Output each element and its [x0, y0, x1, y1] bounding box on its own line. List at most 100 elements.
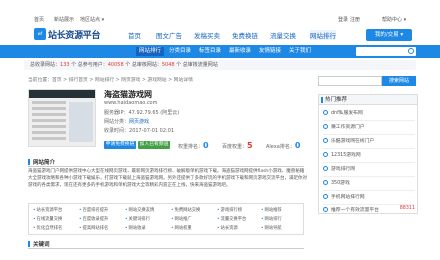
tag-link[interactable]: 网站推广	[171, 216, 192, 222]
subnav-item[interactable]: 最新收录	[226, 47, 254, 56]
tag-link[interactable]: 网站收录	[125, 225, 146, 231]
hot-item-name[interactable]: 12315游戏网	[331, 153, 361, 158]
tag-link[interactable]: 优化自然排名	[33, 225, 63, 231]
info-label: 收录时间：	[104, 128, 130, 134]
intro-heading: 网站简介	[28, 158, 304, 167]
tag-link[interactable]: 提高网站排名	[79, 225, 109, 231]
site-icon	[323, 124, 328, 129]
search-icon[interactable]	[408, 48, 414, 54]
nav-item[interactable]: 免费换链	[232, 30, 258, 40]
site-screenshot	[28, 89, 96, 147]
keywords-heading: 关键词	[28, 240, 304, 249]
account-button[interactable]: 我的/交易 ▾	[366, 29, 412, 41]
tag-link[interactable]: 关键词排行	[125, 216, 150, 222]
nav-item-active[interactable]: 网站排行	[310, 30, 336, 40]
stats-users: 40058	[107, 62, 124, 68]
tag-link[interactable]: 网站权重	[171, 225, 192, 231]
breadcrumb: 当前位置：首页 > 排行首页 > 网站排行 > 网页游戏 > 游戏网站 > 网站…	[28, 78, 193, 83]
hot-item-name[interactable]: 游戏排行网	[331, 167, 355, 172]
hot-item[interactable]: dnf私服发布网	[323, 109, 415, 116]
intro-text: 海盗猫游戏门户网提供游戏中心大型在线网页游戏，最新网页游戏排行榜、破解版单机游戏…	[28, 169, 307, 188]
stats-label: 个 总审核流量网站	[174, 62, 218, 68]
tag-link[interactable]: 网站交换友情	[125, 207, 155, 213]
topbar-newsites-link[interactable]: 新站展示	[54, 16, 74, 23]
hot-item-name[interactable]: 推荐一个有效流量平台	[331, 208, 379, 213]
tag-link[interactable]: 流量交换平台	[217, 216, 247, 222]
tag-link[interactable]: 网站推荐	[261, 207, 282, 213]
site-icon	[323, 110, 328, 115]
site-title: 海盗猫游戏网	[104, 90, 152, 99]
hot-list: 热门推荐 dnf私服发布网 赚工作资源门户 乐酷游戏网在线门户 12315游戏网…	[318, 94, 418, 214]
nav-item[interactable]: 发稿买卖	[194, 30, 220, 40]
site-date: 2017-07-01 02:01	[129, 128, 175, 134]
logo-badge: wf	[34, 28, 46, 40]
top-bar: 首页 新站展示 地区站点 ▾ 登录 注册 帮助中心 ▾	[0, 0, 440, 23]
tag-link[interactable]: 网站导航	[261, 225, 282, 231]
exchange-link-button[interactable]: 申请免费换链	[104, 141, 136, 149]
hot-item-name[interactable]: 手机网站排行网	[331, 195, 365, 200]
side-search-button[interactable]: 搜索网站	[382, 76, 416, 86]
stats-label: 总收录网站：	[30, 62, 61, 68]
subnav-item[interactable]: 标签目录	[196, 47, 224, 56]
topbar-help-menu[interactable]: 帮助中心 ▾	[382, 16, 406, 23]
tag-link[interactable]: 百度排名提升	[79, 207, 109, 213]
topbar-home-link[interactable]: 首页	[34, 16, 44, 23]
site-ip: 47.92.79.65 (阿里云)	[128, 110, 180, 116]
hot-item-name[interactable]: 350游戏	[331, 181, 350, 186]
join-channel-button[interactable]: 加入已有频道	[138, 141, 170, 149]
logo-text: 站长资源平台	[48, 31, 101, 41]
subnav-search-input[interactable]	[356, 47, 416, 56]
hot-item[interactable]: 游戏排行网	[323, 165, 415, 172]
site-category-link[interactable]: 网页游戏	[129, 119, 149, 125]
topbar-login-link[interactable]: 登录	[338, 16, 348, 23]
alexa-value: 0	[294, 141, 301, 150]
topbar-region-menu[interactable]: 地区站点 ▾	[80, 16, 104, 23]
tag-link[interactable]: 站长资源	[217, 225, 238, 231]
pr-label: 权重排名：	[178, 144, 204, 150]
site-url[interactable]: www.haidaomao.com	[104, 100, 158, 106]
stats-label: 个 总参与用户：	[69, 62, 108, 68]
hot-item-name[interactable]: 赚工作资源门户	[331, 125, 365, 130]
hot-item-name[interactable]: 乐酷游戏网在线门户	[331, 139, 374, 144]
tag-link[interactable]: 游戏排行榜	[217, 207, 242, 213]
stats-label: 个 总审核网站：	[123, 62, 162, 68]
tag-link[interactable]: 在线流量交换	[33, 216, 63, 222]
keywords-heading-text: 关键词	[33, 242, 50, 248]
nav-item[interactable]: 图文广告	[156, 30, 182, 40]
hot-item[interactable]: 推荐一个有效流量平台 88311	[323, 206, 415, 213]
subnav-item-active[interactable]: 网站排行	[136, 47, 165, 56]
site-icon	[323, 207, 328, 212]
tag-link[interactable]: 免费网站交换	[171, 207, 201, 213]
hot-item-name[interactable]: dnf私服发布网	[331, 111, 363, 116]
info-label: 服务器IP：	[104, 110, 129, 116]
tag-link[interactable]: 站长资源平台	[33, 207, 63, 213]
site-icon	[323, 180, 328, 185]
site-logo[interactable]: wf 站长资源平台	[34, 28, 101, 42]
site-icon	[323, 166, 328, 171]
hot-item-count: 88311	[399, 206, 415, 211]
pr-value: 0	[203, 141, 209, 150]
hot-item[interactable]: 手机网站排行网	[323, 193, 415, 200]
subnav-item[interactable]: 友情链接	[256, 47, 284, 56]
alexa-label: Alexa排名：	[266, 144, 295, 150]
nav-item[interactable]: 流量交换	[270, 30, 296, 40]
subnav-item[interactable]: 分类目录	[166, 47, 194, 56]
tag-link[interactable]: 网站排行	[261, 216, 282, 222]
tag-link[interactable]: 百度收录提升	[79, 216, 109, 222]
hot-item[interactable]: 12315游戏网	[323, 151, 415, 158]
info-label: 网站分类：	[104, 119, 130, 125]
stats-sites: 133	[60, 62, 70, 68]
nav-item[interactable]: 首页	[128, 30, 141, 40]
side-search-input[interactable]	[318, 76, 382, 86]
hot-item[interactable]: 乐酷游戏网在线门户	[323, 137, 415, 144]
sub-nav: 网站排行 分类目录 标签目录 最新收录 友情链接 关于我们	[0, 45, 440, 58]
stats-bar: 总收录网站：133 个 总参与用户：40058 个 总审核网站：5048 个 总…	[24, 60, 416, 70]
pr-stat: 权重排名：0	[178, 141, 209, 150]
hot-item[interactable]: 赚工作资源门户	[323, 123, 415, 130]
baidu-label: 百度权重：	[222, 144, 248, 150]
hot-item[interactable]: 350游戏	[323, 179, 415, 186]
topbar-register-link[interactable]: 注册	[350, 16, 360, 23]
site-icon	[323, 138, 328, 143]
baidu-value: 5	[247, 141, 253, 150]
subnav-item[interactable]: 关于我们	[286, 47, 314, 56]
